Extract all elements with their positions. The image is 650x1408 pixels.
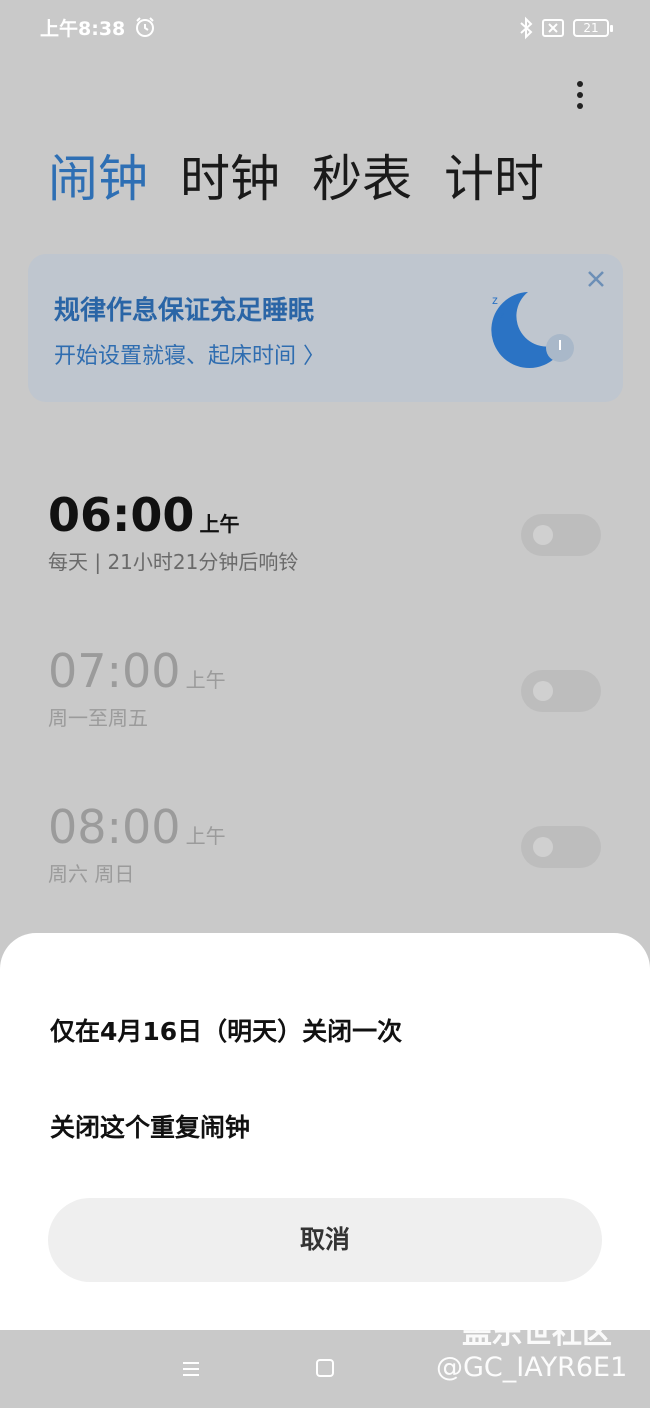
- alarm-status-icon: [136, 17, 154, 37]
- bluetooth-icon: [520, 16, 533, 40]
- tab-alarm[interactable]: 闹钟: [48, 148, 148, 210]
- alarm-toggle[interactable]: [521, 514, 601, 556]
- watermark-user: @GC_IAYR6E1: [436, 1352, 628, 1383]
- banner-link[interactable]: 开始设置就寝、起床时间 〉: [54, 338, 325, 370]
- toggle-knob: [533, 837, 553, 857]
- alarm-time: 07:00: [48, 644, 181, 698]
- cancel-button[interactable]: 取消: [48, 1198, 602, 1282]
- alarm-ampm: 上午: [185, 824, 226, 848]
- alarm-desc: 每天 | 21小时21分钟后响铃: [48, 550, 299, 574]
- banner-title: 规律作息保证充足睡眠: [54, 296, 315, 326]
- alarm-toggle[interactable]: [521, 826, 601, 868]
- alarm-desc: 周一至周五: [48, 706, 148, 730]
- alarm-time: 08:00: [48, 800, 181, 854]
- tab-bar: 闹钟 时钟 秒表 计时: [48, 148, 544, 210]
- svg-text:z: z: [500, 310, 505, 321]
- menu-icon[interactable]: [180, 1358, 202, 1380]
- alarm-item[interactable]: 06:00 上午 每天 | 21小时21分钟后响铃: [48, 488, 298, 575]
- turn-off-repeat-option[interactable]: 关闭这个重复闹钟: [50, 1108, 250, 1144]
- turn-off-once-option[interactable]: 仅在4月16日（明天）关闭一次: [50, 1012, 402, 1048]
- tab-clock[interactable]: 时钟: [180, 148, 280, 210]
- battery-icon: 21: [573, 19, 613, 37]
- tab-timer[interactable]: 计时: [444, 148, 544, 210]
- alarm-ampm: 上午: [185, 668, 226, 692]
- watermark-title: 盖乐世社区: [462, 1316, 612, 1351]
- alarm-ampm: 上午: [199, 512, 240, 536]
- no-sim-icon: [542, 19, 564, 37]
- tab-stopwatch[interactable]: 秒表: [312, 148, 412, 210]
- toggle-knob: [533, 681, 553, 701]
- home-icon[interactable]: [315, 1358, 335, 1378]
- alarm-item[interactable]: 08:00 上午 周六 周日: [48, 800, 226, 887]
- moon-sleep-icon: z z: [491, 292, 574, 368]
- more-vert-icon[interactable]: [568, 78, 592, 112]
- close-icon[interactable]: [585, 268, 607, 290]
- toggle-knob: [533, 525, 553, 545]
- svg-text:z: z: [492, 293, 498, 307]
- alarm-item[interactable]: 07:00 上午 周一至周五: [48, 644, 226, 731]
- alarm-time: 06:00: [48, 488, 195, 542]
- status-time: 上午8:38: [40, 18, 126, 40]
- alarm-toggle[interactable]: [521, 670, 601, 712]
- alarm-desc: 周六 周日: [48, 862, 135, 886]
